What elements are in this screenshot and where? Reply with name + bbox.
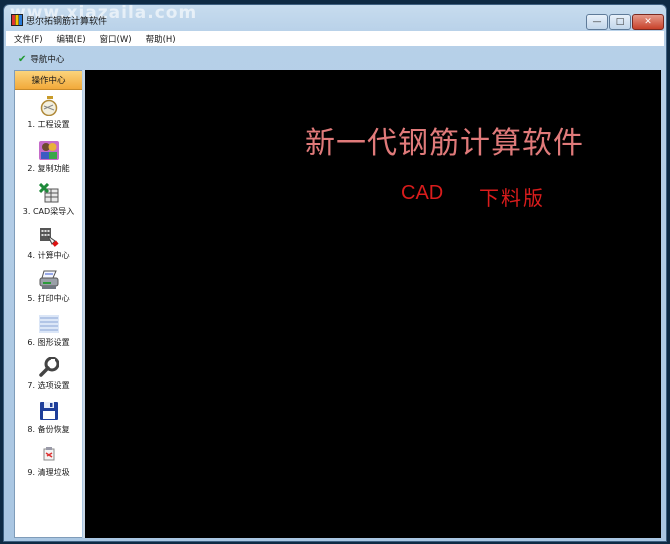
check-icon: ✔ bbox=[18, 53, 27, 65]
maximize-icon: □ bbox=[615, 17, 625, 27]
sidebar-item-label: 1. 工程设置 bbox=[27, 120, 70, 129]
sidebar-item-label: 7. 选项设置 bbox=[27, 381, 70, 390]
floppy-disk-icon bbox=[39, 401, 58, 420]
users-icon bbox=[38, 140, 59, 160]
menu-help[interactable]: 帮助(H) bbox=[139, 33, 183, 45]
splash-cad-label: CAD bbox=[401, 182, 444, 204]
wrench-icon bbox=[38, 357, 59, 377]
main-canvas[interactable]: 新一代钢筋计算软件 CAD 下料版 bbox=[83, 70, 661, 538]
minimize-icon: — bbox=[592, 17, 602, 27]
splash-edition-label: 下料版 bbox=[479, 186, 545, 210]
splash-headline: 新一代钢筋计算软件 bbox=[305, 126, 584, 161]
sidebar-item-project-settings[interactable]: 1. 工程设置 bbox=[15, 90, 82, 134]
app-window: www.xiazaila.com 思尔拓钢筋计算软件 — □ ✕ 文件(F) 编… bbox=[3, 3, 667, 542]
tab-navigation-center[interactable]: ✔ 导航中心 bbox=[18, 53, 65, 66]
window-title: 思尔拓钢筋计算软件 bbox=[26, 17, 108, 27]
menu-window[interactable]: 窗口(W) bbox=[93, 33, 139, 45]
operation-sidebar: 操作中心 1. 工程设置 2. 复制功能 3. CAD梁导入 4. 计算中心 5… bbox=[14, 70, 82, 538]
title-bar[interactable]: www.xiazaila.com 思尔拓钢筋计算软件 — □ ✕ bbox=[4, 3, 666, 31]
sidebar-item-cad-import[interactable]: 3. CAD梁导入 bbox=[15, 177, 82, 221]
maximize-button[interactable]: □ bbox=[609, 14, 631, 30]
sidebar-item-cleanup[interactable]: 9. 清理垃圾 bbox=[15, 438, 82, 482]
app-icon bbox=[11, 14, 23, 26]
minimize-button[interactable]: — bbox=[586, 14, 608, 30]
close-button[interactable]: ✕ bbox=[632, 14, 664, 30]
sidebar-item-label: 5. 打印中心 bbox=[27, 294, 70, 303]
sidebar-item-label: 9. 清理垃圾 bbox=[27, 468, 70, 477]
sidebar-item-label: 6. 图形设置 bbox=[27, 337, 70, 347]
sidebar-item-graphic-settings[interactable]: 6. 图形设置 bbox=[15, 308, 82, 352]
calculator-hand-icon bbox=[39, 227, 59, 247]
sidebar-item-label: 2. 复制功能 bbox=[27, 163, 70, 173]
menu-bar: 文件(F) 编辑(E) 窗口(W) 帮助(H) bbox=[6, 31, 664, 46]
toolbar: ✔ 导航中心 bbox=[6, 49, 664, 69]
sidebar-item-print-center[interactable]: 5. 打印中心 bbox=[15, 264, 82, 308]
sidebar-item-backup-restore[interactable]: 8. 备份恢复 bbox=[15, 395, 82, 439]
sidebar-item-copy[interactable]: 2. 复制功能 bbox=[15, 134, 82, 178]
sidebar-item-calc-center[interactable]: 4. 计算中心 bbox=[15, 221, 82, 265]
document-lines-icon bbox=[38, 314, 59, 333]
menu-file[interactable]: 文件(F) bbox=[6, 33, 50, 45]
stopwatch-icon bbox=[40, 96, 57, 116]
close-icon: ✕ bbox=[644, 17, 652, 27]
sidebar-item-label: 3. CAD梁导入 bbox=[22, 207, 75, 216]
sidebar-header[interactable]: 操作中心 bbox=[15, 71, 82, 90]
sidebar-item-label: 8. 备份恢复 bbox=[27, 424, 70, 434]
excel-import-icon bbox=[38, 183, 58, 203]
cleanup-icon bbox=[43, 447, 54, 461]
menu-edit[interactable]: 编辑(E) bbox=[50, 33, 93, 45]
sidebar-item-option-settings[interactable]: 7. 选项设置 bbox=[15, 351, 82, 395]
tab-label: 导航中心 bbox=[30, 55, 65, 65]
printer-icon bbox=[39, 270, 58, 289]
sidebar-item-label: 4. 计算中心 bbox=[27, 250, 70, 260]
